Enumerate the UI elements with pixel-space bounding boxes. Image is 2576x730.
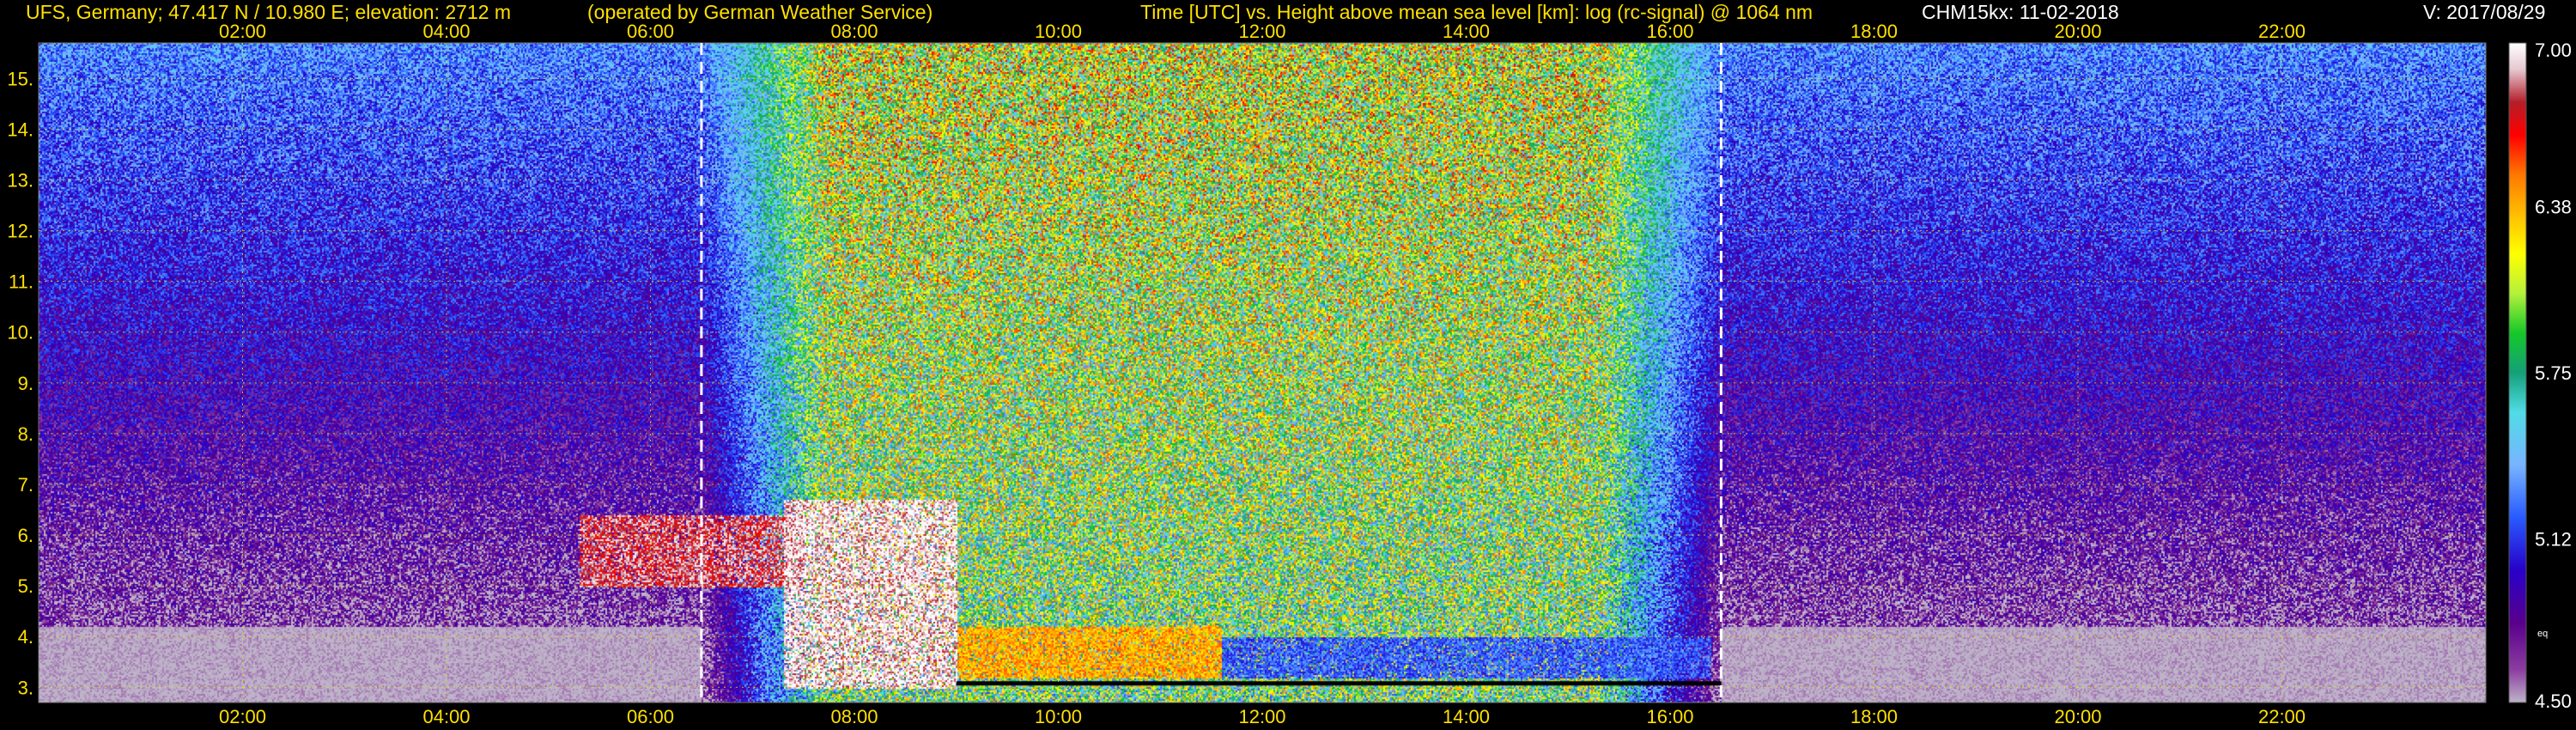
x-tick-label-bottom: 20:00 xyxy=(2054,706,2101,727)
x-tick-label-top: 10:00 xyxy=(1035,21,1082,42)
y-tick-label: 3. xyxy=(18,677,33,698)
y-tick-label: 4. xyxy=(18,626,33,648)
x-tick-label-bottom: 18:00 xyxy=(1850,706,1898,727)
x-tick-label-top: 20:00 xyxy=(2054,21,2101,42)
y-tick-label: 14. xyxy=(7,119,33,140)
x-tick-label-bottom: 06:00 xyxy=(627,706,674,727)
y-tick-label: 12. xyxy=(7,221,33,242)
x-tick-label-top: 14:00 xyxy=(1443,21,1490,42)
y-tick-label: 15. xyxy=(7,68,33,89)
x-tick-label-bottom: 08:00 xyxy=(830,706,878,727)
colorbar-tick-label: 7.00 xyxy=(2535,40,2572,61)
x-tick-label-bottom: 10:00 xyxy=(1035,706,1082,727)
x-tick-label-bottom: 14:00 xyxy=(1443,706,1490,727)
colorbar-tick-label: 5.12 xyxy=(2535,529,2572,551)
colorbar-tick-label: 4.50 xyxy=(2535,690,2572,712)
y-tick-label: 11. xyxy=(9,271,33,293)
x-tick-label-top: 22:00 xyxy=(2258,21,2306,42)
colorbar-tick-label: 5.75 xyxy=(2535,362,2572,384)
x-tick-label-bottom: 16:00 xyxy=(1646,706,1693,727)
x-tick-label-top: 08:00 xyxy=(830,21,878,42)
x-tick-label-bottom: 12:00 xyxy=(1238,706,1285,727)
chart-overlay: 02:00 02:00 04:00 04:00 06:00 06:00 08:00 08:00… xyxy=(7,21,2572,727)
y-tick-label: 5. xyxy=(18,575,33,597)
y-tick-label: 7. xyxy=(18,474,33,496)
y-tick-label: 9. xyxy=(18,373,33,394)
colorbar xyxy=(2508,42,2527,703)
x-tick-label-bottom: 02:00 xyxy=(219,706,266,727)
x-tick-label-bottom: 04:00 xyxy=(422,706,470,727)
y-tick-label: 6. xyxy=(18,525,33,546)
colorbar-tick-label: 6.38 xyxy=(2535,196,2572,217)
colorbar-unit-label: eq xyxy=(2537,629,2548,639)
x-tick-label-top: 02:00 xyxy=(219,21,266,42)
x-tick-label-top: 16:00 xyxy=(1646,21,1693,42)
x-tick-label-top: 12:00 xyxy=(1238,21,1285,42)
x-tick-label-top: 04:00 xyxy=(422,21,470,42)
x-tick-label-top: 18:00 xyxy=(1850,21,1898,42)
x-tick-label-bottom: 22:00 xyxy=(2258,706,2306,727)
y-tick-label: 10. xyxy=(7,322,33,344)
y-tick-label: 8. xyxy=(18,423,33,445)
y-tick-label: 13. xyxy=(7,170,33,192)
x-tick-label-top: 06:00 xyxy=(627,21,674,42)
